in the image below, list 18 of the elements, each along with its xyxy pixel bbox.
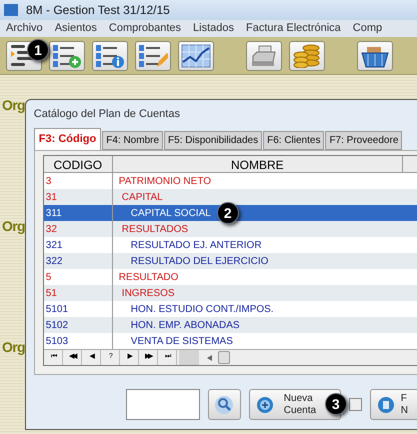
- organization-label: Org: [2, 217, 25, 236]
- name-cell-text: RESULTADO: [118, 270, 178, 284]
- name-cell-text: RESULTADOS: [122, 222, 188, 236]
- column-header: CODIGO: [44, 156, 113, 172]
- name-cell-text: RESULTADO EJ. ANTERIOR: [130, 238, 262, 252]
- window-title: 8M - Gestion Test 31/12/15: [26, 2, 170, 19]
- column-header: NOMBRE: [112, 156, 403, 172]
- dialog-title: Catálogo del Plan de Cuentas: [34, 106, 181, 122]
- name-cell-text: CAPITAL SOCIAL: [130, 206, 211, 220]
- name-cell-text: RESULTADO DEL EJERCICIO: [130, 254, 268, 268]
- name-cell-text: CAPITAL: [122, 190, 163, 204]
- organization-label: Org: [2, 338, 25, 357]
- name-cell-text: VENTA DE SISTEMAS: [130, 334, 233, 348]
- name-cell-text: PATRIMONIO NETO: [118, 174, 212, 188]
- name-cell-text: HON. EMP. ABONADAS: [130, 318, 240, 332]
- name-cell-text: INGRESOS: [122, 286, 175, 300]
- name-cell-text: HON. ESTUDIO CONT./IMPOS.: [130, 302, 274, 316]
- organization-label: Org: [2, 96, 25, 115]
